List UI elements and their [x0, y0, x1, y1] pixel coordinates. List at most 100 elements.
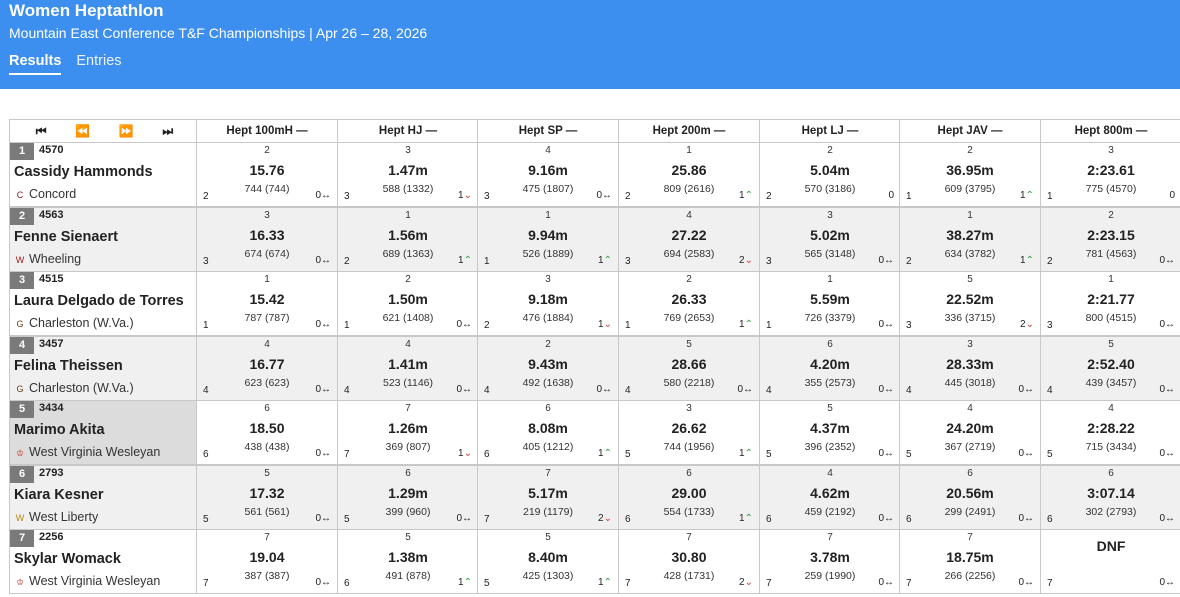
result-cell[interactable]: 3 1.47m 588 (1332) 3 1⌄ [337, 142, 479, 207]
result-cell[interactable]: 3 28.33m 445 (3018) 4 0↔ [899, 335, 1041, 401]
result-cell[interactable]: 2 2:23.15 781 (4563) 2 0↔ [1040, 206, 1180, 272]
team[interactable]: G Charleston (W.Va.) [14, 316, 133, 330]
overall-place: 1 [203, 320, 209, 331]
result-cell[interactable]: 2 1.50m 621 (1408) 1 0↔ [337, 271, 479, 336]
team[interactable]: W West Liberty [14, 510, 99, 524]
first-page-icon[interactable]: ⏮ [36, 120, 47, 142]
event-header[interactable]: Hept 800m — [1040, 119, 1180, 143]
overall-place: 7 [484, 513, 490, 525]
result-cell[interactable]: 5 1.38m 491 (878) 6 1⌃ [337, 529, 479, 594]
result-cell[interactable]: 7 19.04 387 (387) 7 0↔ [196, 529, 338, 594]
down-arrow-icon: ⌄ [744, 577, 753, 588]
event-header[interactable]: Hept JAV — [899, 119, 1041, 143]
result-cell[interactable]: 2 26.33 769 (2653) 1 1⌃ [618, 271, 760, 336]
result-cell[interactable]: 6 8.08m 405 (1212) 6 1⌃ [477, 400, 619, 465]
athlete-cell[interactable]: 1 4570 Cassidy Hammonds C Concord [9, 142, 197, 207]
place-change: 0↔ [1159, 319, 1175, 330]
result-cell[interactable]: 1 1.56m 689 (1363) 2 1⌃ [337, 206, 479, 272]
result-cell[interactable]: 6 3:07.14 302 (2793) 6 0↔ [1040, 464, 1180, 530]
result-cell[interactable]: 2 5.04m 570 (3186) 2 0 [759, 142, 901, 207]
result-cell[interactable]: 3 5.02m 565 (3148) 3 0↔ [759, 206, 901, 272]
result-cell[interactable]: 5 8.40m 425 (1303) 5 1⌃ [477, 529, 619, 594]
team[interactable]: W Wheeling [14, 252, 81, 266]
overall-place: 1 [484, 255, 490, 267]
result-cell[interactable]: 5 28.66 580 (2218) 4 0↔ [618, 335, 760, 401]
event-header[interactable]: Hept LJ — [759, 119, 901, 143]
result-cell[interactable]: 2 15.76 744 (744) 2 0↔ [196, 142, 338, 207]
result-cell[interactable]: 5 4.37m 396 (2352) 5 0↔ [759, 400, 901, 465]
result-cell[interactable]: 7 18.75m 266 (2256) 7 0↔ [899, 529, 1041, 594]
result-cell[interactable]: 1 9.94m 526 (1889) 1 1⌃ [477, 206, 619, 272]
place-change: 1⌃ [739, 319, 753, 330]
unchanged-arrow-icon: ↔ [884, 448, 894, 459]
athlete-cell[interactable]: 3 4515 Laura Delgado de Torres G Charleston … [9, 271, 197, 336]
overall-place: 6 [344, 578, 350, 589]
result-cell[interactable]: 2 36.95m 609 (3795) 1 1⌃ [899, 142, 1041, 207]
unchanged-arrow-icon: ↔ [462, 383, 472, 395]
result-cell[interactable]: 5 22.52m 336 (3715) 3 2⌄ [899, 271, 1041, 336]
athlete-name[interactable]: Cassidy Hammonds [14, 164, 153, 180]
next-page-icon[interactable]: ⏩ [119, 120, 134, 142]
result-cell[interactable]: 4 2:28.22 715 (3434) 5 0↔ [1040, 400, 1180, 465]
result-cell[interactable]: 4 1.41m 523 (1146) 4 0↔ [337, 335, 479, 401]
result-cell[interactable]: 3 9.18m 476 (1884) 2 1⌄ [477, 271, 619, 336]
result-cell[interactable]: 1 38.27m 634 (3782) 2 1⌃ [899, 206, 1041, 272]
result-cell[interactable]: 4 9.16m 475 (1807) 3 0↔ [477, 142, 619, 207]
event-rank: 6 [827, 338, 833, 350]
unchanged-arrow-icon: ↔ [321, 254, 331, 266]
result-cell[interactable]: 5 2:52.40 439 (3457) 4 0↔ [1040, 335, 1180, 401]
event-header[interactable]: Hept 200m — [618, 119, 760, 143]
result-cell[interactable]: 6 20.56m 299 (2491) 6 0↔ [899, 464, 1041, 530]
result-cell[interactable]: 6 18.50 438 (438) 6 0↔ [196, 400, 338, 465]
athlete-cell[interactable]: 7 2256 Skylar Womack ♔ West Virginia Wesleya… [9, 529, 197, 594]
event-mark: 25.86 [671, 162, 707, 178]
tab-entries[interactable]: Entries [76, 53, 121, 75]
team[interactable]: G Charleston (W.Va.) [14, 381, 133, 395]
bib-number: 4515 [39, 273, 64, 285]
event-rank: 5 [686, 338, 692, 350]
result-cell[interactable]: 1 5.59m 726 (3379) 1 0↔ [759, 271, 901, 336]
athlete-cell[interactable]: 6 2793 Kiara Kesner W West Liberty [9, 464, 197, 530]
event-points: 809 (2616) [663, 183, 715, 195]
overall-place: 4 [906, 384, 912, 396]
athlete-cell[interactable]: 5 3434 Marimo Akita ♔ West Virginia Wesleyan [9, 400, 197, 465]
result-cell[interactable]: 2 9.43m 492 (1638) 4 0↔ [477, 335, 619, 401]
team[interactable]: C Concord [14, 187, 77, 201]
event-header[interactable]: Hept SP — [477, 119, 619, 143]
team[interactable]: ♔ West Virginia Wesleyan [14, 574, 160, 588]
athlete-name[interactable]: Marimo Akita [14, 422, 105, 438]
result-cell[interactable]: 5 17.32 561 (561) 5 0↔ [196, 464, 338, 530]
result-cell[interactable]: 7 30.80 428 (1731) 7 2⌄ [618, 529, 760, 594]
result-cell[interactable]: 3 2:23.61 775 (4570) 1 0 [1040, 142, 1180, 207]
result-cell[interactable]: 4 27.22 694 (2583) 3 2⌄ [618, 206, 760, 272]
result-cell[interactable]: 1 25.86 809 (2616) 2 1⌃ [618, 142, 760, 207]
athlete-name[interactable]: Kiara Kesner [14, 487, 103, 503]
athlete-cell[interactable]: 2 4563 Fenne Sienaert W Wheeling [9, 206, 197, 272]
event-header[interactable]: Hept HJ — [337, 119, 479, 143]
result-cell[interactable]: 3 26.62 744 (1956) 5 1⌃ [618, 400, 760, 465]
result-cell[interactable]: 4 4.62m 459 (2192) 6 0↔ [759, 464, 901, 530]
last-page-icon[interactable]: ⏭ [162, 120, 173, 142]
result-cell[interactable]: 7 1.26m 369 (807) 7 1⌄ [337, 400, 479, 465]
result-cell[interactable]: DNF 7 0↔ [1040, 529, 1180, 594]
result-cell[interactable]: 6 29.00 554 (1733) 6 1⌃ [618, 464, 760, 530]
result-cell[interactable]: 6 1.29m 399 (960) 5 0↔ [337, 464, 479, 530]
result-cell[interactable]: 1 2:21.77 800 (4515) 3 0↔ [1040, 271, 1180, 336]
athlete-name[interactable]: Laura Delgado de Torres [14, 293, 184, 309]
event-header[interactable]: Hept 100mH — [196, 119, 338, 143]
previous-page-icon[interactable]: ⏪ [75, 120, 90, 142]
result-cell[interactable]: 7 3.78m 259 (1990) 7 0↔ [759, 529, 901, 594]
athlete-name[interactable]: Felina Theissen [14, 358, 123, 374]
result-cell[interactable]: 1 15.42 787 (787) 1 0↔ [196, 271, 338, 336]
athlete-cell[interactable]: 4 3457 Felina Theissen G Charleston (W.Va.) [9, 335, 197, 401]
result-cell[interactable]: 6 4.20m 355 (2573) 4 0↔ [759, 335, 901, 401]
result-cell[interactable]: 4 16.77 623 (623) 4 0↔ [196, 335, 338, 401]
team[interactable]: ♔ West Virginia Wesleyan [14, 445, 160, 459]
athlete-name[interactable]: Skylar Womack [14, 551, 121, 567]
result-cell[interactable]: 4 24.20m 367 (2719) 5 0↔ [899, 400, 1041, 465]
tab-results[interactable]: Results [9, 53, 62, 75]
athlete-name[interactable]: Fenne Sienaert [14, 229, 118, 245]
overall-place: 4 [625, 384, 631, 396]
result-cell[interactable]: 3 16.33 674 (674) 3 0↔ [196, 206, 338, 272]
result-cell[interactable]: 7 5.17m 219 (1179) 7 2⌄ [477, 464, 619, 530]
